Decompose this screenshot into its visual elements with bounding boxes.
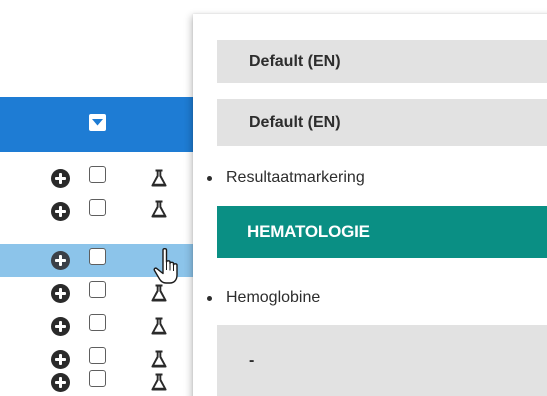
row-checkbox[interactable] xyxy=(89,347,106,364)
row-checkbox[interactable] xyxy=(89,281,106,298)
plus-circle-icon[interactable] xyxy=(51,169,70,188)
bullet-icon xyxy=(207,295,212,301)
plus-circle-icon[interactable] xyxy=(51,317,70,336)
category-header: HEMATOLOGIE xyxy=(217,206,547,258)
flask-icon[interactable] xyxy=(149,168,169,188)
flask-icon[interactable] xyxy=(149,372,169,392)
section-header: - xyxy=(217,325,547,396)
hand-pointer-icon xyxy=(151,246,193,288)
flask-icon[interactable] xyxy=(149,199,169,219)
list-item-label: Resultaatmarkering xyxy=(226,169,365,186)
bullet-icon xyxy=(207,175,212,181)
list-item: Resultaatmarkering xyxy=(207,167,365,189)
section-header: Default (EN) xyxy=(217,40,547,83)
flask-icon[interactable] xyxy=(149,316,169,336)
screen: Default (EN) Default (EN) Resultaatmarke… xyxy=(0,0,547,396)
row-checkbox[interactable] xyxy=(89,199,106,216)
section-header: Default (EN) xyxy=(217,99,547,146)
column-menu-button[interactable] xyxy=(89,114,106,131)
plus-circle-icon[interactable] xyxy=(51,202,70,221)
row-checkbox[interactable] xyxy=(89,248,106,265)
chevron-down-icon xyxy=(92,119,103,126)
list-item: Hemoglobine xyxy=(207,287,320,309)
table-row[interactable] xyxy=(0,366,200,396)
table-row[interactable] xyxy=(0,195,200,228)
list-item-label: Hemoglobine xyxy=(226,289,321,306)
table-row[interactable] xyxy=(0,310,200,343)
row-checkbox[interactable] xyxy=(89,370,106,387)
plus-circle-icon[interactable] xyxy=(51,284,70,303)
plus-circle-icon[interactable] xyxy=(51,373,70,392)
row-checkbox[interactable] xyxy=(89,166,106,183)
table-row[interactable] xyxy=(0,162,200,195)
row-checkbox[interactable] xyxy=(89,314,106,331)
plus-circle-icon[interactable] xyxy=(51,251,70,270)
